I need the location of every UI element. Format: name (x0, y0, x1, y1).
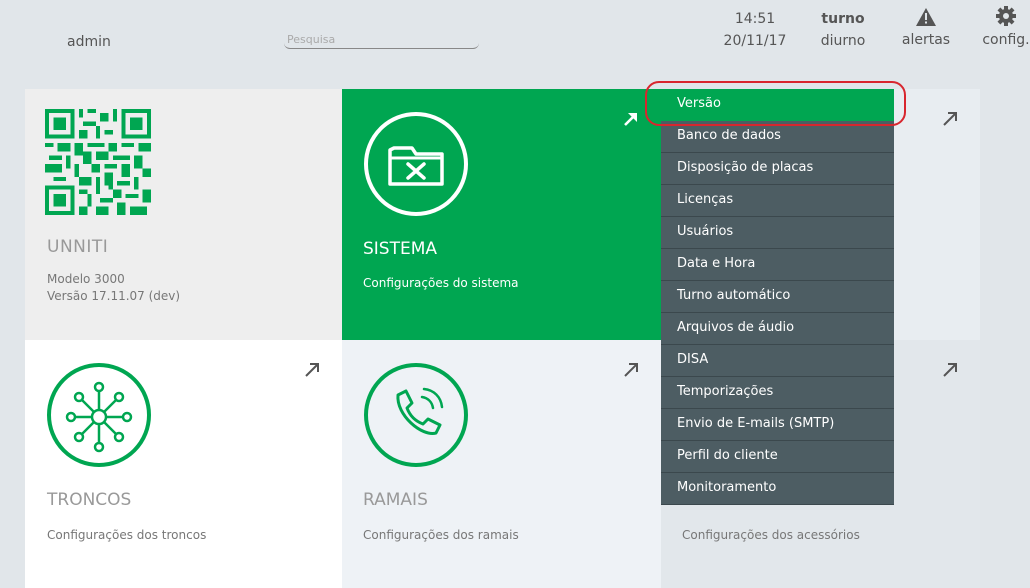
search-input[interactable] (284, 31, 479, 49)
tile-ramais[interactable]: RAMAIS Configurações dos ramais (342, 340, 661, 588)
clock-date: 20/11/17 (723, 33, 787, 49)
turno-label: turno (821, 11, 865, 27)
menu-item-licencas[interactable]: Licenças (661, 185, 894, 217)
clock-time: 14:51 (734, 11, 776, 27)
tile-unniti-title: UNNITI (47, 237, 109, 257)
top-bar: admin 14:51 20/11/17 turno diurno alerta… (0, 0, 1030, 70)
config-button[interactable]: config. (975, 0, 1030, 48)
menu-item-disposicao-de-placas[interactable]: Disposição de placas (661, 153, 894, 185)
menu-item-usuarios[interactable]: Usuários (661, 217, 894, 249)
menu-item-banco-de-dados[interactable]: Banco de dados (661, 121, 894, 153)
alerts-label: alertas (901, 32, 951, 48)
menu-item-data-e-hora[interactable]: Data e Hora (661, 249, 894, 281)
menu-item-turno-automatico[interactable]: Turno automático (661, 281, 894, 313)
warning-icon (916, 8, 936, 26)
external-link-arrow-icon[interactable] (623, 111, 639, 127)
external-link-arrow-icon[interactable] (942, 362, 958, 378)
tile-troncos-subtitle: Configurações dos troncos (47, 528, 207, 542)
tile-sistema-title: SISTEMA (363, 239, 438, 259)
external-link-arrow-icon[interactable] (942, 111, 958, 127)
config-label: config. (982, 32, 1030, 48)
menu-item-arquivos-de-audio[interactable]: Arquivos de áudio (661, 313, 894, 345)
tile-sistema-subtitle: Configurações do sistema (363, 276, 519, 290)
network-hub-icon (47, 363, 151, 467)
qr-code-icon (45, 109, 151, 215)
tile-acessorios-subtitle: Configurações dos acessórios (682, 528, 860, 542)
clock: 14:51 20/11/17 (720, 8, 790, 52)
tile-ramais-title: RAMAIS (363, 490, 428, 510)
menu-item-temporizacoes[interactable]: Temporizações (661, 377, 894, 409)
tile-troncos[interactable]: TRONCOS Configurações dos troncos (25, 340, 342, 588)
config-dropdown-menu: Versão Banco de dados Disposição de plac… (661, 89, 894, 505)
turno-value: diurno (820, 33, 866, 49)
turno-status[interactable]: turno diurno (808, 8, 878, 52)
tile-sistema[interactable]: SISTEMA Configurações do sistema (342, 89, 661, 340)
gear-icon (996, 6, 1016, 26)
version-label: Versão 17.11.07 (dev) (47, 289, 181, 303)
external-link-arrow-icon[interactable] (304, 362, 320, 378)
phone-icon (364, 363, 468, 467)
model-label: Modelo 3000 (47, 272, 125, 286)
menu-item-envio-de-emails[interactable]: Envio de E-mails (SMTP) (661, 409, 894, 441)
external-link-arrow-icon[interactable] (623, 362, 639, 378)
menu-item-perfil-do-cliente[interactable]: Perfil do cliente (661, 441, 894, 473)
user-name[interactable]: admin (67, 34, 111, 50)
menu-item-disa[interactable]: DISA (661, 345, 894, 377)
folder-tools-icon (364, 112, 468, 216)
tile-unniti[interactable]: UNNITI Modelo 3000 Versão 17.11.07 (dev) (25, 89, 342, 340)
menu-item-monitoramento[interactable]: Monitoramento (661, 473, 894, 505)
alerts-button[interactable]: alertas (895, 0, 957, 48)
menu-item-versao[interactable]: Versão (661, 89, 894, 121)
tile-troncos-title: TRONCOS (47, 490, 132, 510)
tile-ramais-subtitle: Configurações dos ramais (363, 528, 519, 542)
